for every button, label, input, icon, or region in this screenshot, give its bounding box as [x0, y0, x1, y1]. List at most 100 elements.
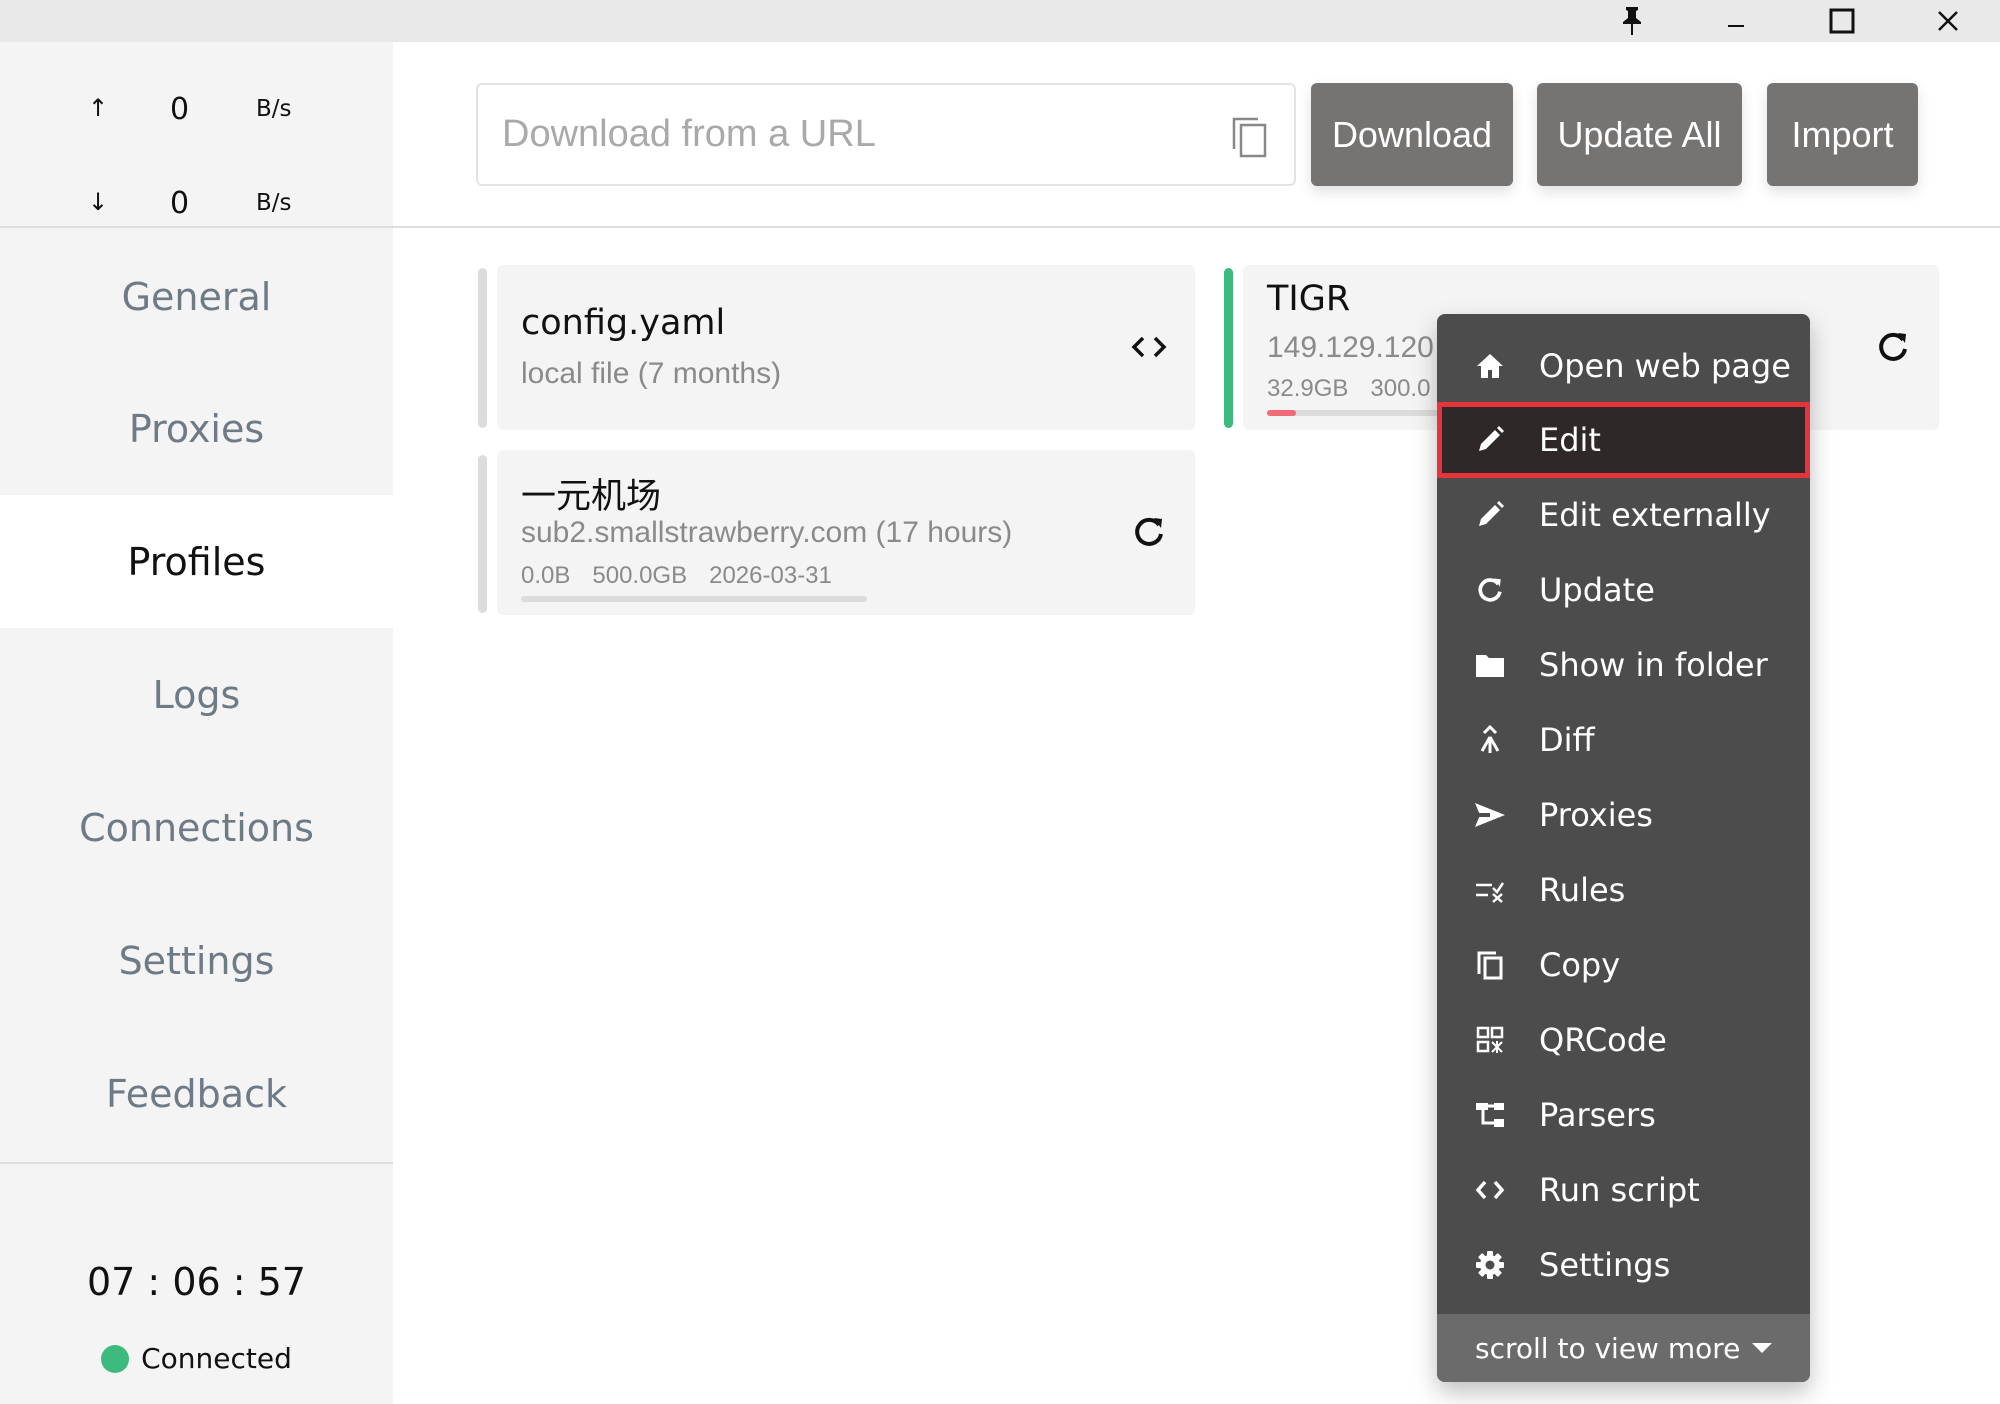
profile-indicator-bar	[478, 268, 487, 428]
menu-item-edit[interactable]: Edit	[1437, 402, 1810, 478]
download-button[interactable]: Download	[1311, 83, 1513, 186]
run-script-button[interactable]	[1127, 325, 1171, 369]
usage-bar	[521, 596, 867, 602]
connection-status: Connected	[0, 1342, 393, 1375]
uptime-clock: 07 : 06 : 57	[87, 1260, 306, 1304]
menu-item-proxies[interactable]: Proxies	[1437, 781, 1810, 849]
profiles-toolbar: Download Update All Import	[393, 42, 2000, 228]
profile-subtitle: 149.129.120	[1267, 331, 1434, 364]
update-all-button[interactable]: Update All	[1537, 83, 1742, 186]
maximize-button[interactable]	[1812, 0, 1872, 42]
menu-item-open-web-page[interactable]: Open web page	[1437, 332, 1810, 400]
upload-speed: ↑ 0 B/s	[0, 90, 393, 130]
menu-item-label: QRCode	[1539, 1021, 1667, 1059]
download-arrow-icon: ↓	[88, 188, 109, 216]
sidebar-item-general[interactable]: General	[0, 230, 393, 363]
rules-icon	[1473, 873, 1507, 907]
profile-indicator-bar-active	[1224, 268, 1233, 428]
close-button[interactable]	[1918, 0, 1978, 42]
url-input-container	[476, 83, 1296, 186]
update-profile-button[interactable]	[1871, 325, 1915, 369]
copy-icon	[1473, 948, 1507, 982]
menu-item-label: Update	[1539, 571, 1655, 609]
title-bar	[0, 0, 2000, 42]
menu-item-label: Run script	[1539, 1171, 1700, 1209]
profile-subtitle: local file (7 months)	[521, 357, 782, 390]
menu-item-label: Show in folder	[1539, 646, 1768, 684]
menu-item-edit-externally[interactable]: Edit externally	[1437, 481, 1810, 549]
profile-name: TIGR	[1267, 279, 1351, 319]
menu-item-label: Parsers	[1539, 1096, 1656, 1134]
refresh-icon	[1879, 332, 1907, 361]
minimize-button[interactable]	[1706, 0, 1766, 42]
menu-item-qrcode[interactable]: QRCode	[1437, 1006, 1810, 1074]
refresh-icon	[1473, 573, 1507, 607]
menu-item-update[interactable]: Update	[1437, 556, 1810, 624]
import-button[interactable]: Import	[1767, 83, 1918, 186]
download-value: 0	[170, 186, 190, 221]
maximize-icon	[1829, 8, 1855, 34]
menu-item-label: Copy	[1539, 946, 1621, 984]
update-profile-button[interactable]	[1127, 510, 1171, 554]
tree-icon	[1473, 1098, 1507, 1132]
sidebar-item-proxies[interactable]: Proxies	[0, 362, 393, 495]
sidebar-item-feedback[interactable]: Feedback	[0, 1027, 393, 1160]
download-unit: B/s	[256, 190, 292, 216]
upload-value: 0	[170, 92, 190, 127]
merge-icon	[1473, 723, 1507, 757]
usage-total: 300.0	[1370, 375, 1431, 402]
sidebar-item-profiles[interactable]: Profiles	[0, 495, 393, 628]
refresh-icon	[1135, 517, 1163, 546]
usage-used: 32.9GB	[1267, 375, 1349, 402]
home-icon	[1473, 349, 1507, 383]
paste-button[interactable]	[1230, 115, 1270, 159]
sidebar-item-connections[interactable]: Connections	[0, 761, 393, 894]
gear-icon	[1473, 1248, 1507, 1282]
menu-scroll-more[interactable]: scroll to view more	[1437, 1314, 1810, 1382]
menu-item-show-in-folder[interactable]: Show in folder	[1437, 631, 1810, 699]
menu-item-rules[interactable]: Rules	[1437, 856, 1810, 924]
menu-item-label: Rules	[1539, 871, 1626, 909]
minimize-icon	[1728, 25, 1744, 27]
profile-card-config[interactable]: config.yaml local file (7 months)	[497, 265, 1195, 430]
download-speed: ↓ 0 B/s	[0, 184, 393, 224]
connection-status-label: Connected	[141, 1342, 292, 1375]
usage-bar-fill	[1267, 410, 1296, 416]
menu-item-label: Diff	[1539, 721, 1595, 759]
send-icon	[1473, 798, 1507, 832]
folder-icon	[1473, 648, 1507, 682]
menu-item-diff[interactable]: Diff	[1437, 706, 1810, 774]
menu-item-label: Settings	[1539, 1246, 1671, 1284]
profile-indicator-bar	[478, 455, 487, 613]
profile-usage-meta: 0.0B 500.0GB 2026-03-31	[521, 562, 854, 590]
traffic-monitor: ↑ 0 B/s ↓ 0 B/s	[0, 42, 393, 228]
sidebar-item-settings[interactable]: Settings	[0, 894, 393, 1027]
upload-unit: B/s	[256, 96, 292, 122]
profile-context-menu: Open web page Edit Edit externally Updat…	[1437, 314, 1810, 1382]
menu-item-label: Edit externally	[1539, 496, 1771, 534]
menu-item-label: Open web page	[1539, 347, 1791, 385]
pin-button[interactable]	[1602, 0, 1662, 42]
profile-name: 一元机场	[521, 477, 662, 517]
menu-item-run-script[interactable]: Run script	[1437, 1156, 1810, 1224]
profile-name: config.yaml	[521, 303, 726, 343]
menu-item-settings[interactable]: Settings	[1437, 1231, 1810, 1299]
profile-card-yiyuan[interactable]: 一元机场 sub2.smallstrawberry.com (17 hours)…	[497, 450, 1195, 615]
expiry-date: 2026-03-31	[709, 562, 832, 589]
sidebar-divider	[0, 1162, 393, 1164]
pencil-icon	[1473, 498, 1507, 532]
profile-usage-meta: 32.9GB 300.0	[1267, 375, 1452, 403]
caret-down-icon	[1752, 1343, 1773, 1353]
usage-total: 500.0GB	[592, 562, 688, 589]
menu-item-parsers[interactable]: Parsers	[1437, 1081, 1810, 1149]
sidebar: ↑ 0 B/s ↓ 0 B/s General Proxies Profiles…	[0, 42, 393, 1404]
menu-item-label: Proxies	[1539, 796, 1653, 834]
url-input[interactable]	[478, 85, 1218, 184]
sidebar-item-logs[interactable]: Logs	[0, 628, 393, 761]
menu-item-copy[interactable]: Copy	[1437, 931, 1810, 999]
code-icon	[1473, 1173, 1507, 1207]
paste-icon	[1232, 117, 1267, 158]
pin-icon	[1623, 7, 1641, 35]
code-icon	[1131, 336, 1167, 358]
pencil-icon	[1473, 423, 1507, 457]
